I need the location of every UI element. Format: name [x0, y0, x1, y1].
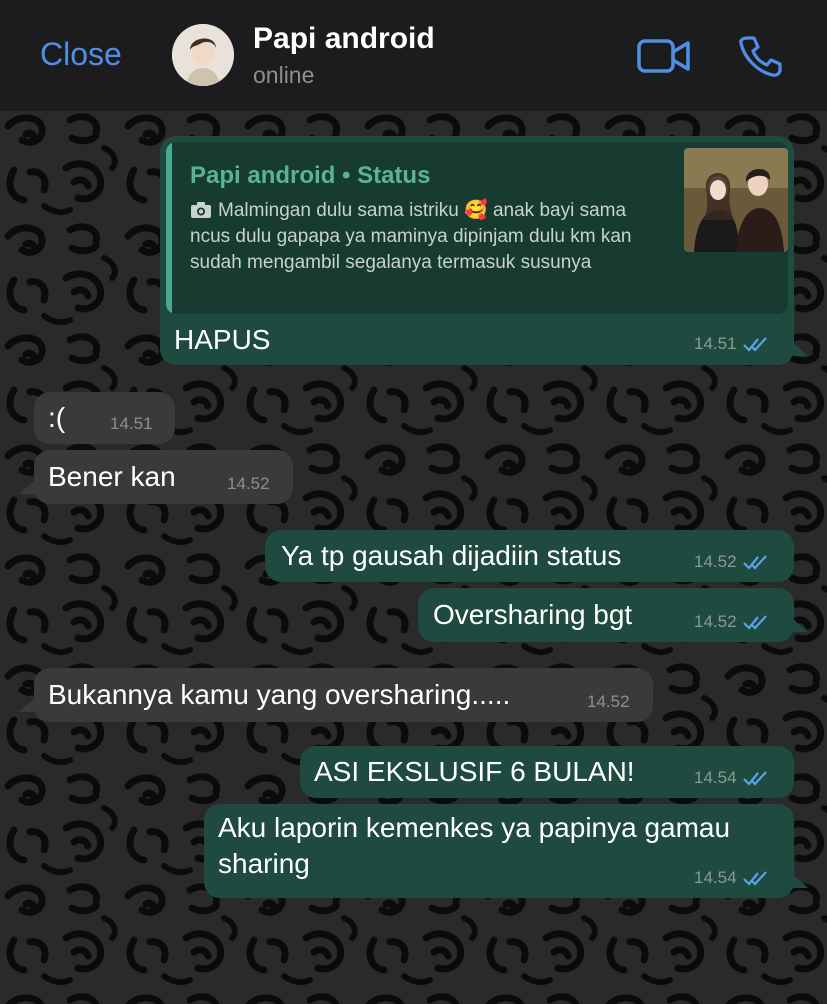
- message-bubble-outgoing[interactable]: Ya tp gausah dijadiin status 14.52: [265, 530, 794, 582]
- message-bubble-outgoing[interactable]: Oversharing bgt 14.52: [418, 588, 794, 642]
- bubble-tail: [19, 698, 35, 712]
- message-meta: 14.52: [587, 692, 630, 712]
- message-text: :(: [48, 402, 66, 433]
- message-bubble-outgoing[interactable]: Aku laporin kemenkes ya papinya gamau sh…: [204, 804, 794, 898]
- message-time: 14.51: [694, 334, 737, 353]
- message-meta: 14.51: [110, 414, 153, 434]
- message-time: 14.52: [587, 692, 630, 711]
- message-text: Ya tp gausah dijadiin status: [281, 540, 622, 571]
- message-text: Bener kan: [48, 461, 176, 492]
- message-bubble-incoming[interactable]: Bukannya kamu yang oversharing..... 14.5…: [34, 668, 653, 722]
- bubble-tail: [792, 874, 808, 888]
- chat-area[interactable]: Papi android • Status Malmingan dulu sam…: [0, 112, 827, 1004]
- read-ticks-icon: [742, 555, 767, 570]
- message-time: 14.54: [694, 868, 737, 887]
- status-thumbnail: [684, 148, 788, 252]
- quote-accent-bar: [166, 142, 172, 314]
- bubble-tail: [792, 342, 808, 356]
- message-time: 14.52: [694, 552, 737, 571]
- message-text: HAPUS: [174, 324, 271, 355]
- message-bubble-outgoing[interactable]: Papi android • Status Malmingan dulu sam…: [160, 136, 794, 365]
- message-time: 14.52: [227, 474, 270, 493]
- message-meta: 14.51: [694, 334, 769, 354]
- quote-text: Malmingan dulu sama istriku 🥰 anak bayi …: [190, 198, 670, 276]
- camera-icon: [190, 200, 212, 218]
- quote-title: Papi android • Status: [190, 162, 431, 189]
- phone-call-icon[interactable]: [738, 34, 782, 78]
- message-time: 14.54: [694, 768, 737, 787]
- bubble-tail: [792, 618, 808, 632]
- read-ticks-icon: [742, 337, 767, 352]
- message-time: 14.52: [694, 612, 737, 631]
- quote-status-text: Malmingan dulu sama istriku 🥰 anak bayi …: [190, 200, 632, 273]
- message-bubble-incoming[interactable]: Bener kan 14.52: [34, 450, 293, 504]
- read-ticks-icon: [742, 771, 767, 786]
- message-text-line-1: Aku laporin kemenkes ya papinya gamau: [218, 812, 731, 843]
- contact-name: Papi android: [253, 22, 435, 55]
- message-text: Bukannya kamu yang oversharing.....: [48, 679, 511, 710]
- message-text: Oversharing bgt: [433, 599, 633, 630]
- bubble-tail: [19, 480, 35, 494]
- message-meta: 14.54: [694, 768, 769, 788]
- video-call-icon[interactable]: [636, 36, 692, 76]
- message-text: ASI EKSLUSIF 6 BULAN!: [314, 756, 635, 787]
- read-ticks-icon: [742, 615, 767, 630]
- quoted-status-reply[interactable]: Papi android • Status Malmingan dulu sam…: [166, 142, 788, 314]
- message-bubble-incoming[interactable]: :( 14.51: [34, 392, 175, 444]
- chat-header: Close Papi android online: [0, 0, 827, 112]
- message-meta: 14.52: [227, 474, 270, 494]
- message-meta: 14.52: [694, 612, 769, 632]
- contact-status: online: [253, 62, 315, 88]
- message-meta: 14.52: [694, 552, 769, 572]
- message-meta: 14.54: [694, 868, 769, 888]
- message-text-line-2: sharing: [218, 848, 310, 879]
- message-time: 14.51: [110, 414, 153, 433]
- read-ticks-icon: [742, 871, 767, 886]
- avatar[interactable]: [172, 24, 234, 86]
- close-button[interactable]: Close: [40, 36, 122, 73]
- message-bubble-outgoing[interactable]: ASI EKSLUSIF 6 BULAN! 14.54: [300, 746, 794, 798]
